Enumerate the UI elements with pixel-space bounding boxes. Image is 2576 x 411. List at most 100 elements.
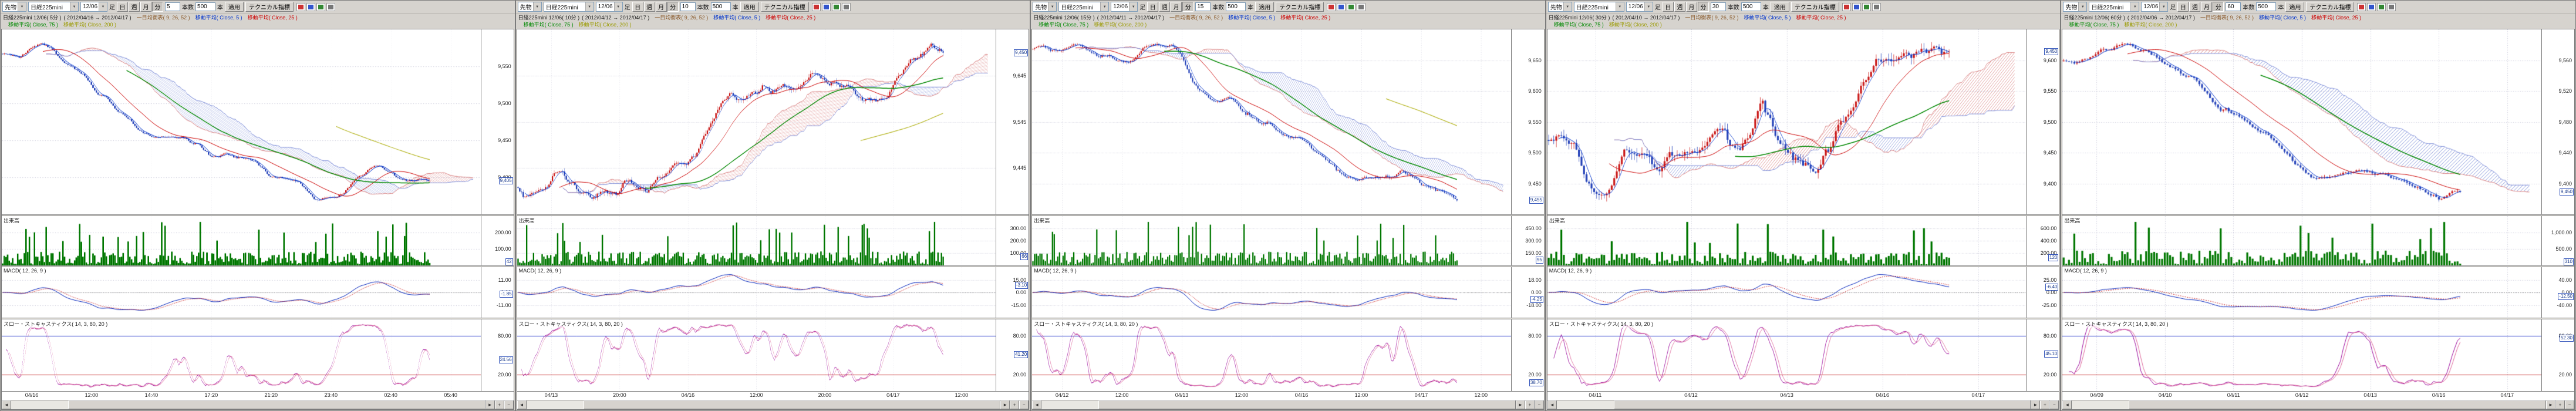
volume-chart-canvas[interactable] bbox=[2, 216, 481, 265]
scroll-left-button[interactable]: ◄ bbox=[2, 400, 11, 409]
symbol-select[interactable]: 日経225mini ▼ bbox=[544, 2, 594, 12]
bar-chart-icon[interactable] bbox=[2377, 3, 2386, 11]
stochastics-chart-canvas[interactable] bbox=[2062, 319, 2541, 391]
macd-chart-canvas[interactable] bbox=[2, 267, 481, 318]
period-button-1[interactable]: 日 bbox=[2177, 2, 2189, 12]
technical-indicators-button[interactable]: テクニカル指標 bbox=[1791, 2, 1839, 12]
scrollbar-track[interactable] bbox=[1557, 400, 2031, 409]
settings-icon[interactable] bbox=[2387, 3, 2396, 11]
horizontal-scrollbar[interactable]: ◄ ► + − bbox=[1547, 400, 2059, 409]
period-button-2[interactable]: 週 bbox=[1159, 2, 1170, 12]
scroll-left-button[interactable]: ◄ bbox=[517, 400, 527, 409]
scrollbar-thumb[interactable] bbox=[68, 400, 485, 409]
stochastics-chart-canvas[interactable] bbox=[2, 319, 481, 391]
period-button-4[interactable]: 分 bbox=[1182, 2, 1193, 12]
period-button-3[interactable]: 月 bbox=[1171, 2, 1182, 12]
zoom-in-button[interactable]: + bbox=[1525, 400, 1535, 409]
period-button-1[interactable]: 日 bbox=[632, 2, 643, 12]
minute-input[interactable] bbox=[680, 2, 696, 11]
minute-input[interactable] bbox=[1711, 2, 1726, 11]
horizontal-scrollbar[interactable]: ◄ ► + − bbox=[1032, 400, 1544, 409]
macd-chart-canvas[interactable] bbox=[1032, 267, 1511, 318]
macd-chart-canvas[interactable] bbox=[517, 267, 996, 318]
bars-input[interactable] bbox=[2256, 2, 2276, 11]
bar-chart-icon[interactable] bbox=[316, 3, 325, 11]
stochastics-chart-canvas[interactable] bbox=[1032, 319, 1511, 391]
scroll-left-button[interactable]: ◄ bbox=[1032, 400, 1041, 409]
symbol-select[interactable]: 日経225mini ▼ bbox=[1574, 2, 1624, 12]
apply-button[interactable]: 適用 bbox=[740, 2, 759, 12]
technical-indicators-button[interactable]: テクニカル指標 bbox=[761, 2, 809, 12]
price-chart-canvas[interactable] bbox=[2, 29, 481, 214]
zoom-out-button[interactable]: − bbox=[2565, 400, 2574, 409]
bar-chart-icon[interactable] bbox=[1862, 3, 1871, 11]
price-chart-canvas[interactable] bbox=[1547, 29, 2027, 214]
scrollbar-thumb[interactable] bbox=[2129, 400, 2546, 409]
horizontal-scrollbar[interactable]: ◄ ► + − bbox=[2, 400, 514, 409]
horizontal-scrollbar[interactable]: ◄ ► + − bbox=[517, 400, 1029, 409]
apply-button[interactable]: 適用 bbox=[1771, 2, 1789, 12]
macd-chart-canvas[interactable] bbox=[1547, 267, 2027, 318]
symbol-select[interactable]: 日経225mini ▼ bbox=[1058, 2, 1109, 12]
scroll-right-button[interactable]: ► bbox=[2031, 400, 2040, 409]
scroll-left-button[interactable]: ◄ bbox=[2062, 400, 2072, 409]
line-chart-icon[interactable] bbox=[1337, 3, 1346, 11]
instrument-category-select[interactable]: 先物 ▼ bbox=[2, 2, 26, 12]
candlestick-chart-icon[interactable] bbox=[296, 3, 305, 11]
stochastics-chart-canvas[interactable] bbox=[1547, 319, 2027, 391]
scrollbar-thumb[interactable] bbox=[1614, 400, 2031, 409]
period-button-1[interactable]: 日 bbox=[1663, 2, 1674, 12]
scroll-left-button[interactable]: ◄ bbox=[1547, 400, 1557, 409]
settings-icon[interactable] bbox=[1357, 3, 1365, 11]
minute-input[interactable] bbox=[1195, 2, 1211, 11]
candlestick-chart-icon[interactable] bbox=[1327, 3, 1336, 11]
scroll-right-button[interactable]: ► bbox=[485, 400, 495, 409]
line-chart-icon[interactable] bbox=[822, 3, 831, 11]
period-button-3[interactable]: 月 bbox=[656, 2, 667, 12]
symbol-select[interactable]: 日経225mini ▼ bbox=[2089, 2, 2139, 12]
instrument-category-select[interactable]: 先物 ▼ bbox=[1033, 2, 1057, 12]
period-button-3[interactable]: 月 bbox=[140, 2, 151, 12]
scroll-right-button[interactable]: ► bbox=[1516, 400, 1525, 409]
contract-month-select[interactable]: 12/06 ▼ bbox=[1111, 2, 1138, 12]
scrollbar-track[interactable] bbox=[527, 400, 1001, 409]
instrument-category-select[interactable]: 先物 ▼ bbox=[518, 2, 542, 12]
price-chart-canvas[interactable] bbox=[2062, 29, 2541, 214]
scrollbar-track[interactable] bbox=[11, 400, 485, 409]
zoom-out-button[interactable]: − bbox=[1019, 400, 1029, 409]
minute-input[interactable] bbox=[165, 2, 180, 11]
candlestick-chart-icon[interactable] bbox=[1842, 3, 1851, 11]
contract-month-select[interactable]: 12/06 ▼ bbox=[1626, 2, 1653, 12]
technical-indicators-button[interactable]: テクニカル指標 bbox=[1276, 2, 1324, 12]
price-chart-canvas[interactable] bbox=[517, 29, 996, 214]
candlestick-chart-icon[interactable] bbox=[812, 3, 821, 11]
zoom-out-button[interactable]: − bbox=[2049, 400, 2059, 409]
candlestick-chart-icon[interactable] bbox=[2357, 3, 2366, 11]
apply-button[interactable]: 適用 bbox=[2285, 2, 2304, 12]
period-button-1[interactable]: 日 bbox=[117, 2, 128, 12]
scroll-right-button[interactable]: ► bbox=[2546, 400, 2555, 409]
price-chart-canvas[interactable] bbox=[1032, 29, 1511, 214]
volume-chart-canvas[interactable] bbox=[2062, 216, 2541, 265]
bars-input[interactable] bbox=[1741, 2, 1761, 11]
minute-input[interactable] bbox=[2226, 2, 2241, 11]
period-button-4[interactable]: 分 bbox=[667, 2, 679, 12]
line-chart-icon[interactable] bbox=[306, 3, 315, 11]
stochastics-chart-canvas[interactable] bbox=[517, 319, 996, 391]
period-button-2[interactable]: 週 bbox=[2189, 2, 2200, 12]
technical-indicators-button[interactable]: テクニカル指標 bbox=[2306, 2, 2354, 12]
scrollbar-thumb[interactable] bbox=[584, 400, 1001, 409]
zoom-in-button[interactable]: + bbox=[1010, 400, 1019, 409]
period-button-2[interactable]: 週 bbox=[129, 2, 140, 12]
settings-icon[interactable] bbox=[842, 3, 851, 11]
bars-input[interactable] bbox=[1226, 2, 1246, 11]
apply-button[interactable]: 適用 bbox=[1255, 2, 1274, 12]
period-button-4[interactable]: 分 bbox=[2213, 2, 2224, 12]
period-button-1[interactable]: 日 bbox=[1147, 2, 1158, 12]
bar-chart-icon[interactable] bbox=[832, 3, 841, 11]
scrollbar-track[interactable] bbox=[1041, 400, 1516, 409]
apply-button[interactable]: 適用 bbox=[225, 2, 244, 12]
line-chart-icon[interactable] bbox=[2367, 3, 2376, 11]
zoom-out-button[interactable]: − bbox=[1535, 400, 1544, 409]
bars-input[interactable] bbox=[195, 2, 215, 11]
